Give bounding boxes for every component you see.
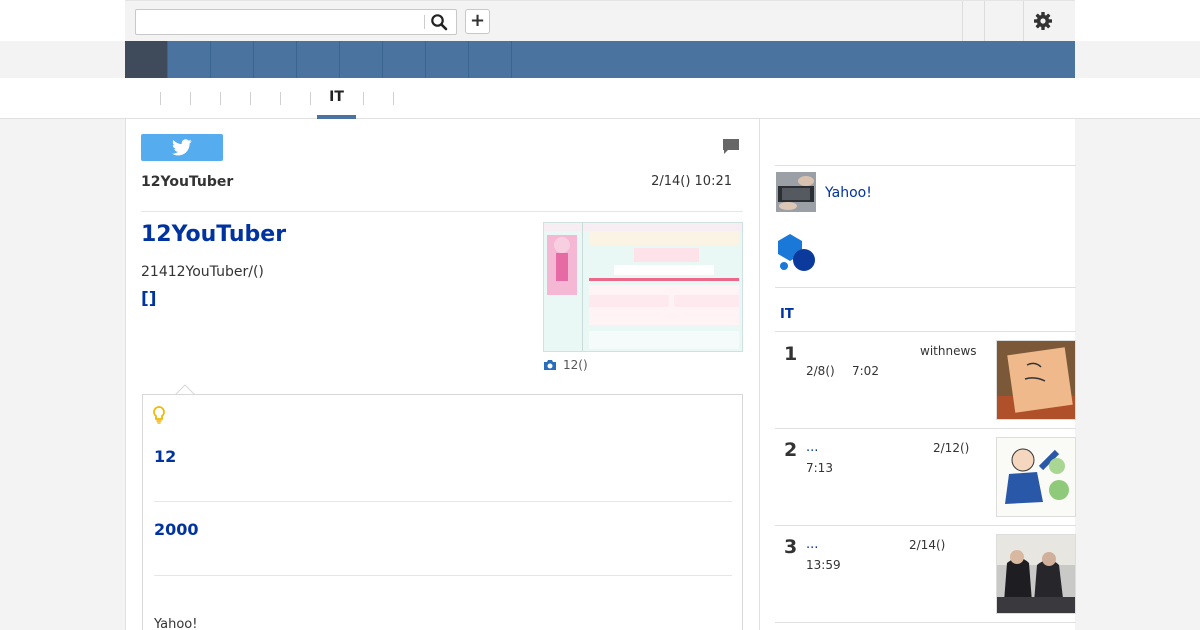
- toolbar-divider: [984, 1, 985, 41]
- top-bar-inner: +: [125, 0, 1075, 41]
- divider: [775, 525, 1076, 526]
- brand-logo: [778, 234, 815, 271]
- divider: [775, 287, 1076, 288]
- top-bar: +: [0, 0, 1200, 41]
- rank-time: 7:02: [852, 364, 879, 378]
- category-tab[interactable]: [340, 41, 383, 78]
- hint-link[interactable]: 2000: [154, 520, 199, 539]
- rank-number: 3: [784, 536, 798, 558]
- divider: [775, 331, 1076, 332]
- category-tab[interactable]: [125, 41, 168, 78]
- tab-it-label: IT: [329, 89, 344, 105]
- divider: [775, 165, 1076, 166]
- rank-time: 13:59: [806, 558, 841, 572]
- toolbar-divider: [962, 1, 963, 41]
- rank-date: 2/14(): [909, 538, 946, 552]
- article-headline[interactable]: 12YouTuber: [141, 222, 286, 247]
- tab-it[interactable]: IT: [317, 89, 356, 119]
- sub-tabs: IT: [0, 78, 1200, 119]
- article-source[interactable]: 12YouTuber: [141, 174, 233, 190]
- tab-divider: [190, 92, 191, 105]
- search-input[interactable]: [136, 10, 424, 34]
- divider: [154, 501, 732, 502]
- category-tab[interactable]: [469, 41, 512, 78]
- category-tab[interactable]: [211, 41, 254, 78]
- rank-title-link[interactable]: ...: [806, 440, 818, 455]
- rank-time: 7:13: [806, 461, 833, 475]
- rank-thumbnail[interactable]: [996, 534, 1076, 614]
- tab-divider: [393, 92, 394, 105]
- press-conference-photo: [997, 535, 1075, 613]
- rank-number: 2: [784, 439, 798, 461]
- hint-link[interactable]: 12: [154, 447, 176, 466]
- comment-icon[interactable]: [722, 138, 740, 155]
- tab-divider: [310, 92, 311, 105]
- category-tab[interactable]: [426, 41, 469, 78]
- tab-divider: [363, 92, 364, 105]
- category-tab[interactable]: [383, 41, 426, 78]
- tab-divider: [250, 92, 251, 105]
- main-panel: 12YouTuber 2/14() 10:21 12YouTuber 21412…: [125, 119, 1076, 630]
- rank-date: 2/12(): [933, 441, 970, 455]
- gear-icon[interactable]: [1033, 11, 1053, 31]
- divider: [775, 622, 1076, 623]
- toolbar-divider: [1023, 1, 1024, 41]
- divider: [154, 575, 732, 576]
- rank-thumbnail[interactable]: [996, 340, 1076, 420]
- lightbulb-icon: [153, 406, 165, 424]
- tab-divider: [220, 92, 221, 105]
- yahoo-link[interactable]: Yahoo!: [825, 185, 872, 201]
- twitter-share-button[interactable]: [141, 134, 223, 161]
- yahoo-thumbnail[interactable]: [776, 172, 816, 212]
- rank-number: 1: [784, 343, 798, 365]
- rank-title-link[interactable]: ...: [806, 537, 818, 552]
- hint-text: Yahoo!: [154, 617, 198, 630]
- category-tab[interactable]: [254, 41, 297, 78]
- hint-box: 12 2000 Yahoo!: [142, 394, 743, 630]
- ranking-section-title: IT: [780, 307, 794, 322]
- divider: [775, 428, 1076, 429]
- camera-icon: [544, 360, 556, 370]
- article-thumbnail-image: [544, 223, 742, 351]
- tab-divider: [280, 92, 281, 105]
- add-button[interactable]: +: [465, 9, 490, 34]
- photo-caption[interactable]: 12(): [543, 358, 588, 372]
- twitter-bird-icon: [172, 139, 192, 156]
- laptop-photo: [776, 172, 816, 212]
- illustration-photo: [997, 438, 1075, 516]
- divider: [141, 211, 743, 212]
- category-tab[interactable]: [168, 41, 211, 78]
- search-icon[interactable]: [430, 13, 448, 31]
- search-divider: [424, 15, 425, 29]
- tab-divider: [160, 92, 161, 105]
- category-tab[interactable]: [297, 41, 340, 78]
- rank-thumbnail[interactable]: [996, 437, 1076, 517]
- article-datetime: 2/14() 10:21: [651, 174, 732, 189]
- article-thumbnail[interactable]: [543, 222, 743, 352]
- rank-date: 2/8(): [806, 364, 835, 378]
- rank-source: withnews: [920, 344, 977, 358]
- article-summary: 21412YouTuber/(): [141, 264, 264, 280]
- column-divider: [759, 119, 760, 630]
- search-box: [135, 9, 457, 35]
- article-source-link[interactable]: []: [141, 289, 157, 309]
- photo-caption-text: 12(): [563, 358, 588, 372]
- category-nav: [125, 41, 1075, 78]
- handkerchief-photo: [997, 341, 1075, 419]
